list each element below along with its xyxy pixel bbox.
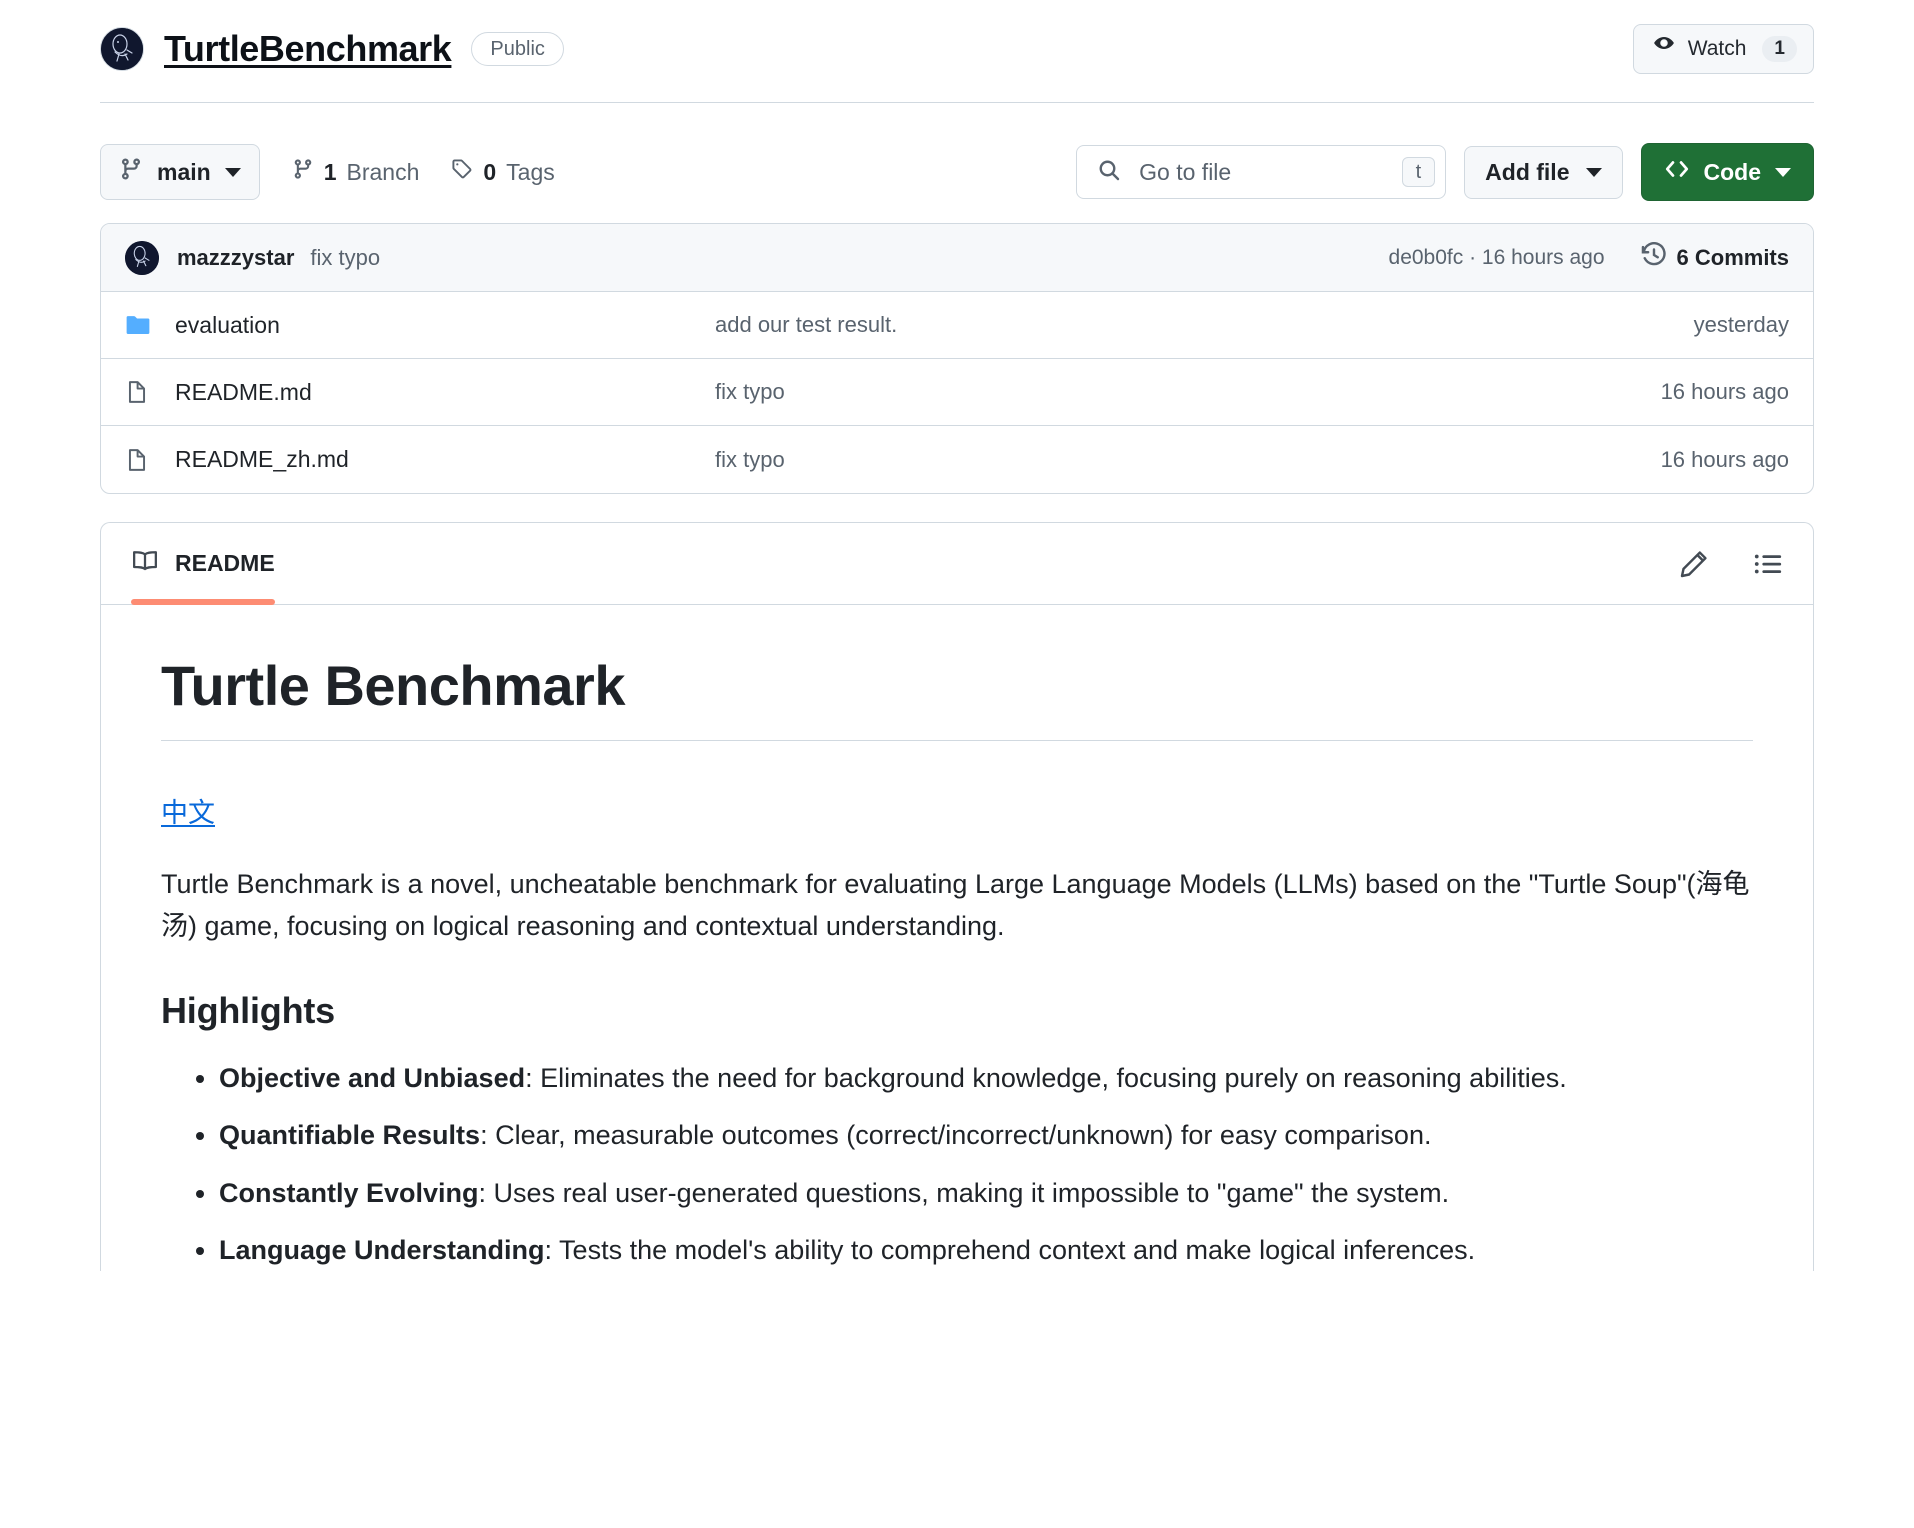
chevron-down-icon xyxy=(1585,167,1602,177)
watch-button[interactable]: Watch 1 xyxy=(1632,24,1814,74)
eye-icon xyxy=(1652,34,1676,64)
file-updated-time: 16 hours ago xyxy=(1660,379,1789,404)
latest-commit-bar: mazzzystar fix typo de0b0fc · 16 hours a… xyxy=(101,224,1813,292)
highlights-list: Objective and Unbiased: Eliminates the n… xyxy=(161,1058,1753,1271)
commit-hash-and-time[interactable]: de0b0fc · 16 hours ago xyxy=(1389,246,1605,270)
file-icon xyxy=(125,448,151,472)
file-name-link[interactable]: README.md xyxy=(175,379,715,406)
repo-owner-avatar[interactable] xyxy=(100,27,144,71)
branch-icon xyxy=(292,158,314,186)
code-brackets-icon xyxy=(1664,156,1690,188)
tag-count: 0 xyxy=(483,158,497,185)
search-input[interactable] xyxy=(1137,157,1402,187)
readme-panel: README Turtle Benchmark 中文 Turtle Benchm… xyxy=(100,522,1814,1271)
list-item: Objective and Unbiased: Eliminates the n… xyxy=(219,1058,1753,1099)
repo-header: TurtleBenchmark Public Watch 1 xyxy=(100,0,1814,103)
edit-pencil-icon[interactable] xyxy=(1679,549,1709,579)
branch-name-label: main xyxy=(157,158,211,185)
go-to-file-search[interactable]: t xyxy=(1076,145,1447,199)
file-commit-message[interactable]: fix typo xyxy=(715,379,1661,405)
highlight-desc: : Uses real user-generated questions, ma… xyxy=(478,1177,1450,1208)
search-icon xyxy=(1097,158,1121,187)
commit-history-link[interactable]: 6 Commits xyxy=(1641,241,1789,274)
tag-count-link[interactable]: 0 Tags xyxy=(451,158,555,186)
file-name-link[interactable]: README_zh.md xyxy=(175,446,715,473)
commit-message[interactable]: fix typo xyxy=(310,245,380,271)
list-item: Constantly Evolving: Uses real user-gene… xyxy=(219,1173,1753,1214)
branch-count-link[interactable]: 1 Branch xyxy=(292,158,420,186)
file-commit-message[interactable]: fix typo xyxy=(715,447,1661,473)
file-name-link[interactable]: evaluation xyxy=(175,312,715,339)
file-table: mazzzystar fix typo de0b0fc · 16 hours a… xyxy=(100,223,1814,494)
file-commit-message[interactable]: add our test result. xyxy=(715,312,1694,338)
folder-icon xyxy=(125,312,151,338)
commit-author-name[interactable]: mazzzystar xyxy=(177,245,294,271)
repo-name-link[interactable]: TurtleBenchmark xyxy=(164,28,452,70)
history-clock-icon xyxy=(1641,241,1667,274)
highlight-term: Constantly Evolving xyxy=(219,1177,479,1208)
chinese-readme-link[interactable]: 中文 xyxy=(161,791,215,830)
chevron-down-icon xyxy=(224,167,241,177)
list-item: Quantifiable Results: Clear, measurable … xyxy=(219,1115,1753,1156)
code-button[interactable]: Code xyxy=(1640,143,1814,201)
table-row[interactable]: README_zh.md fix typo 16 hours ago xyxy=(101,426,1813,493)
table-row[interactable]: evaluation add our test result. yesterda… xyxy=(101,292,1813,359)
branch-count: 1 xyxy=(323,158,337,185)
chevron-down-icon xyxy=(1775,167,1791,177)
outline-list-icon[interactable] xyxy=(1753,549,1783,579)
highlight-term: Objective and Unbiased xyxy=(219,1062,526,1093)
highlight-desc: : Tests the model's ability to comprehen… xyxy=(544,1235,1476,1266)
highlight-desc: : Eliminates the need for background kno… xyxy=(525,1062,1567,1093)
readme-content: Turtle Benchmark 中文 Turtle Benchmark is … xyxy=(101,605,1813,1271)
highlight-term: Quantifiable Results xyxy=(219,1120,481,1151)
readme-title: Turtle Benchmark xyxy=(161,653,1753,741)
readme-intro-paragraph: Turtle Benchmark is a novel, uncheatable… xyxy=(161,869,1750,941)
watch-label: Watch xyxy=(1687,37,1747,60)
code-label: Code xyxy=(1703,158,1762,185)
tab-readme-label: README xyxy=(175,550,275,576)
list-item: Language Understanding: Tests the model'… xyxy=(219,1230,1753,1271)
search-shortcut-key: t xyxy=(1401,157,1436,187)
table-row[interactable]: README.md fix typo 16 hours ago xyxy=(101,359,1813,426)
tab-readme[interactable]: README xyxy=(131,523,275,605)
readme-tabbar: README xyxy=(101,523,1813,605)
tag-icon xyxy=(451,158,473,186)
branch-icon xyxy=(119,157,143,187)
branch-count-label: Branch xyxy=(346,158,420,185)
commits-count-label: 6 Commits xyxy=(1676,244,1789,270)
add-file-label: Add file xyxy=(1485,158,1570,185)
highlight-term: Language Understanding xyxy=(219,1235,545,1266)
branch-selector-button[interactable]: main xyxy=(100,144,260,200)
file-updated-time: yesterday xyxy=(1693,312,1789,337)
repo-toolbar: main 1 Branch 0 Tags Go to file t Add fi… xyxy=(100,103,1814,223)
repo-visibility-badge: Public xyxy=(471,32,564,66)
repo-page: TurtleBenchmark Public Watch 1 main 1 Br… xyxy=(0,0,1914,1271)
commit-author-avatar[interactable] xyxy=(125,240,159,275)
tag-count-label: Tags xyxy=(506,158,555,185)
highlights-heading: Highlights xyxy=(161,989,335,1031)
watch-count: 1 xyxy=(1762,36,1797,62)
highlight-desc: : Clear, measurable outcomes (correct/in… xyxy=(480,1120,1432,1151)
add-file-button[interactable]: Add file xyxy=(1464,145,1623,199)
file-icon xyxy=(125,380,151,404)
file-updated-time: 16 hours ago xyxy=(1660,446,1789,472)
book-icon xyxy=(131,547,159,581)
